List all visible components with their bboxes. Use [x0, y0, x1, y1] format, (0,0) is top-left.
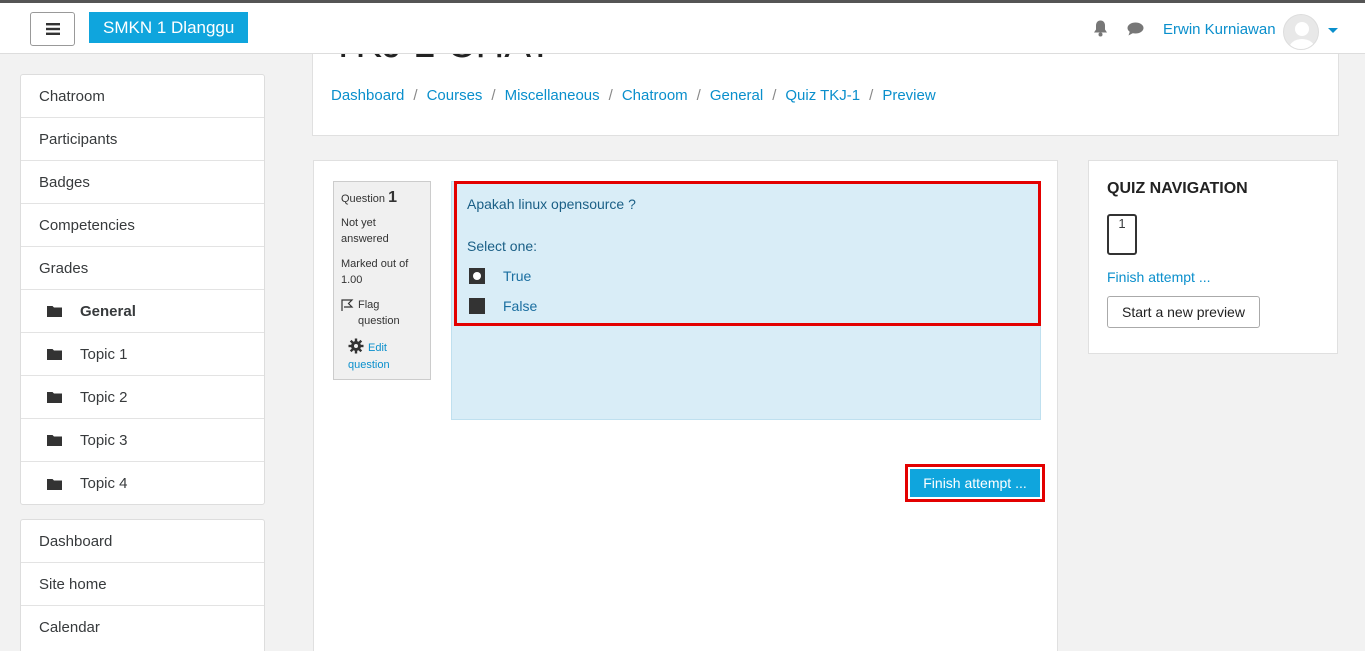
- sidebar-item-label: Competencies: [39, 216, 135, 234]
- sidebar-item-label: Participants: [39, 130, 118, 148]
- start-new-preview-button[interactable]: Start a new preview: [1107, 296, 1260, 328]
- question-number-label: Question: [341, 193, 386, 205]
- finish-attempt-link[interactable]: Finish attempt ...: [1107, 269, 1210, 285]
- sidebar-item-grades[interactable]: Grades: [21, 247, 264, 290]
- breadcrumb-separator: /: [772, 87, 777, 104]
- folder-icon: [47, 349, 62, 360]
- folder-icon: [47, 306, 62, 317]
- sidebar-item-topic-1[interactable]: Topic 1: [21, 333, 264, 376]
- site-brand[interactable]: SMKN 1 Dlanggu: [89, 12, 249, 43]
- sidebar-item-badges[interactable]: Badges: [21, 161, 264, 204]
- hamburger-menu-button[interactable]: [30, 12, 75, 46]
- sidebar-item-label: General: [80, 302, 136, 320]
- answer-option-label: False: [503, 298, 538, 314]
- avatar[interactable]: [1283, 14, 1319, 50]
- sidebar-item-label: Site home: [39, 575, 107, 593]
- finish-button-highlight: Finish attempt ...: [905, 464, 1045, 502]
- folder-icon: [47, 435, 62, 446]
- finish-attempt-button[interactable]: Finish attempt ...: [910, 469, 1040, 497]
- sidebar-item-label: Badges: [39, 173, 90, 191]
- breadcrumb-courses[interactable]: Courses: [427, 87, 483, 104]
- sidebar-item-dashboard[interactable]: Dashboard: [21, 520, 264, 563]
- breadcrumb-separator: /: [696, 87, 701, 104]
- chat-icon[interactable]: [1127, 22, 1144, 36]
- flag-question-label: Flag question: [358, 299, 400, 327]
- breadcrumb-quiz[interactable]: Quiz TKJ-1: [785, 87, 860, 104]
- select-prompt: Select one:: [467, 238, 538, 254]
- sidebar-item-participants[interactable]: Participants: [21, 118, 264, 161]
- flag-icon: [341, 299, 354, 311]
- breadcrumb-preview[interactable]: Preview: [882, 87, 935, 104]
- question-number-value: 1: [388, 189, 397, 206]
- breadcrumb-separator: /: [869, 87, 874, 104]
- answer-option-true[interactable]: True: [467, 261, 1028, 291]
- sidebar-item-topic-2[interactable]: Topic 2: [21, 376, 264, 419]
- question-status: Not yet answered: [341, 217, 389, 245]
- sidebar-item-general[interactable]: General: [21, 290, 264, 333]
- question-highlight-box: Apakah linux opensource ? Select one: Tr…: [454, 181, 1041, 326]
- sidebar-item-site-home[interactable]: Site home: [21, 563, 264, 606]
- radio-selected[interactable]: [469, 268, 485, 284]
- breadcrumb-dashboard[interactable]: Dashboard: [331, 87, 404, 104]
- course-nav-block: Chatroom Participants Badges Competencie…: [20, 74, 265, 505]
- user-name[interactable]: Erwin Kurniawan: [1163, 21, 1276, 38]
- sidebar-item-label: Dashboard: [39, 532, 113, 550]
- folder-icon: [47, 478, 62, 490]
- gear-icon: [348, 338, 364, 354]
- breadcrumb-chatroom[interactable]: Chatroom: [622, 87, 688, 104]
- breadcrumb: Dashboard / Courses / Miscellaneous / Ch…: [331, 87, 936, 104]
- sidebar-item-label: Topic 4: [80, 475, 128, 492]
- sidebar-item-calendar[interactable]: Calendar: [21, 606, 264, 649]
- top-navbar: SMKN 1 Dlanggu Erwin Kurniawan: [0, 0, 1365, 54]
- sidebar-item-label: Chatroom: [39, 87, 105, 105]
- quiz-navigation-title: QUIZ NAVIGATION: [1107, 180, 1248, 197]
- answer-option-label: True: [503, 268, 532, 284]
- quiz-navigation-block: QUIZ NAVIGATION 1 Finish attempt ... Sta…: [1088, 160, 1338, 354]
- bell-icon[interactable]: [1093, 20, 1108, 37]
- edit-question-link[interactable]: Edit question: [341, 338, 423, 374]
- avatar-icon: [1289, 22, 1315, 49]
- sidebar-item-competencies[interactable]: Competencies: [21, 204, 264, 247]
- sidebar-item-label: Calendar: [39, 619, 100, 636]
- page-title: TKJ 1 CHAT: [331, 54, 553, 67]
- site-nav-block: Dashboard Site home Calendar: [20, 519, 265, 651]
- breadcrumb-separator: /: [413, 87, 418, 104]
- breadcrumb-general[interactable]: General: [710, 87, 763, 104]
- question-number: Question 1: [341, 189, 423, 207]
- sidebar-item-chatroom[interactable]: Chatroom: [21, 75, 264, 118]
- quiz-nav-question-button[interactable]: 1: [1107, 214, 1137, 255]
- quiz-attempt-card: Question 1 Not yet answered Marked out o…: [313, 160, 1058, 651]
- question-marks: Marked out of 1.00: [341, 258, 409, 286]
- hamburger-icon: [45, 23, 60, 35]
- sidebar-item-label: Topic 2: [80, 388, 128, 406]
- question-text: Apakah linux opensource ?: [467, 196, 636, 212]
- breadcrumb-separator: /: [491, 87, 496, 104]
- folder-icon: [47, 392, 62, 403]
- breadcrumb-miscellaneous[interactable]: Miscellaneous: [505, 87, 600, 104]
- flag-question-toggle[interactable]: Flag question: [341, 297, 423, 329]
- caret-down-icon[interactable]: [1328, 28, 1338, 33]
- sidebar-item-label: Grades: [39, 259, 89, 277]
- sidebar-item-topic-3[interactable]: Topic 3: [21, 419, 264, 462]
- page-header: TKJ 1 CHAT Dashboard / Courses / Miscell…: [312, 54, 1339, 136]
- sidebar-item-label: Topic 3: [80, 431, 128, 449]
- radio-unselected[interactable]: [469, 298, 485, 314]
- sidebar-item-label: Topic 1: [80, 345, 128, 363]
- question-info-panel: Question 1 Not yet answered Marked out o…: [333, 181, 431, 380]
- sidebar-item-topic-4[interactable]: Topic 4: [21, 462, 264, 505]
- answer-option-false[interactable]: False: [467, 291, 1028, 321]
- breadcrumb-separator: /: [608, 87, 613, 104]
